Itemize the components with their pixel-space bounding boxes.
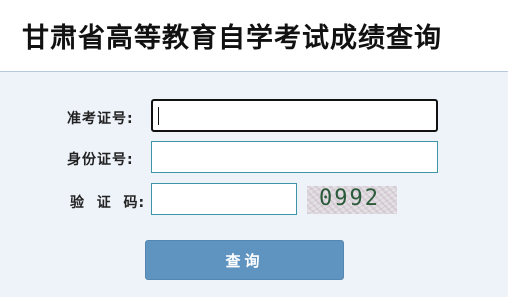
- page-title: 甘肃省高等教育自学考试成绩查询: [22, 23, 442, 54]
- text-caret: [158, 107, 159, 125]
- query-button[interactable]: 查询: [145, 240, 344, 280]
- exam-id-input[interactable]: [151, 99, 438, 132]
- page-header: 甘肃省高等教育自学考试成绩查询: [0, 0, 508, 72]
- id-card-label: 身份证号:: [67, 152, 134, 168]
- captcha-image[interactable]: 0992: [307, 186, 397, 214]
- captcha-image-text: 0992: [319, 186, 380, 211]
- id-card-input[interactable]: [151, 141, 438, 173]
- captcha-input[interactable]: [151, 183, 297, 215]
- captcha-label: 验 证 码:: [70, 195, 146, 211]
- exam-id-label: 准考证号:: [67, 111, 134, 127]
